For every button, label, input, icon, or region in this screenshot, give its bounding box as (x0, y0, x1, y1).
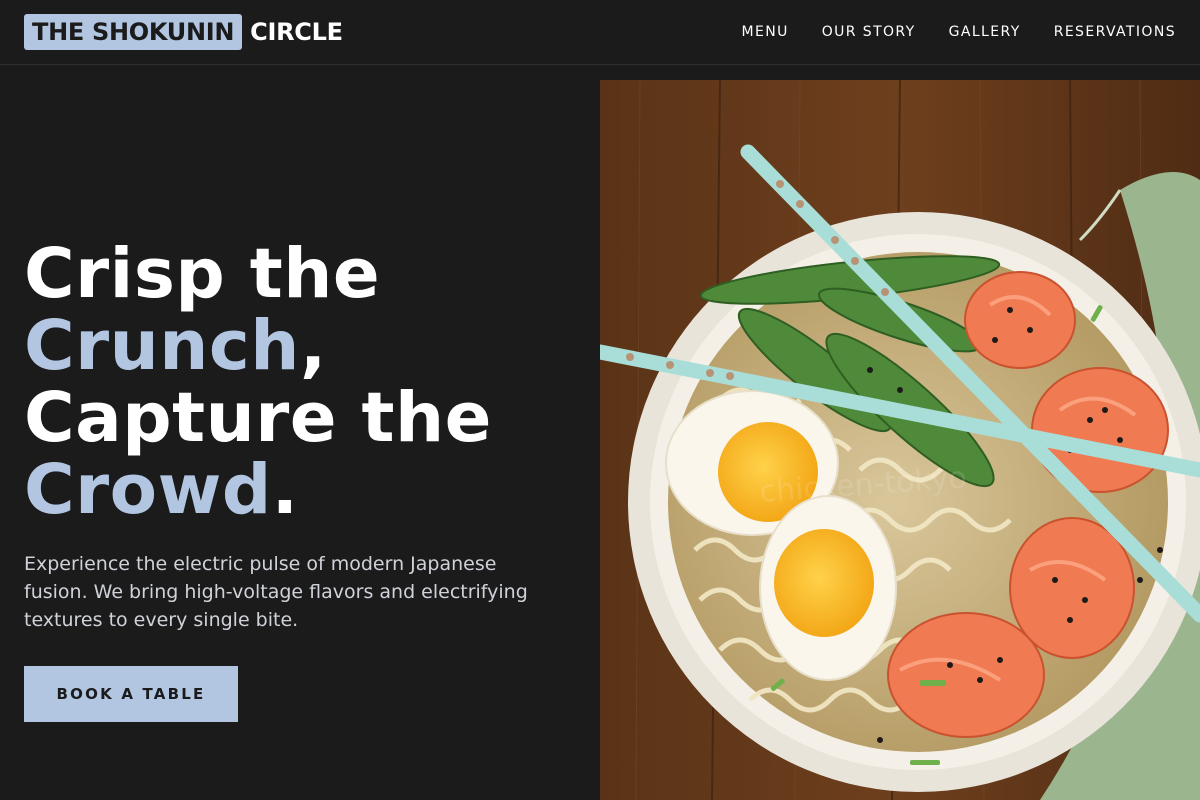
brand-name-rest: CIRCLE (250, 18, 343, 46)
hero-title-accent-crunch: Crunch (24, 306, 300, 386)
nav-link-gallery[interactable]: GALLERY (949, 24, 1021, 40)
brand-logo[interactable]: THE SHOKUNIN CIRCLE (24, 14, 343, 50)
hero-title-line-4: Crowd. (24, 454, 584, 526)
hero-description: Experience the electric pulse of modern … (24, 553, 528, 631)
hero-title-period: . (271, 450, 299, 530)
hero-title-line-3: Capture the (24, 378, 492, 458)
hero-title-comma: , (299, 306, 327, 386)
nav-link-our-story[interactable]: OUR STORY (822, 24, 916, 40)
site-header: THE SHOKUNIN CIRCLE MENU OUR STORY GALLE… (0, 0, 1200, 65)
book-table-button[interactable]: BOOK A TABLE (24, 666, 238, 722)
hero-title-line-1: Crisp the (24, 234, 381, 314)
hero-image-ramen: chicken-tokyo (600, 80, 1200, 800)
hero-title-line-2: Crunch, (24, 310, 584, 382)
nav-link-reservations[interactable]: RESERVATIONS (1054, 24, 1176, 40)
hero-title: Crisp the Crunch, Capture the Crowd. (24, 238, 584, 526)
main-nav: MENU OUR STORY GALLERY RESERVATIONS (741, 0, 1176, 64)
brand-name-highlight: THE SHOKUNIN (24, 14, 243, 50)
nav-link-menu[interactable]: MENU (741, 24, 788, 40)
hero-title-accent-crowd: Crowd (24, 450, 272, 530)
